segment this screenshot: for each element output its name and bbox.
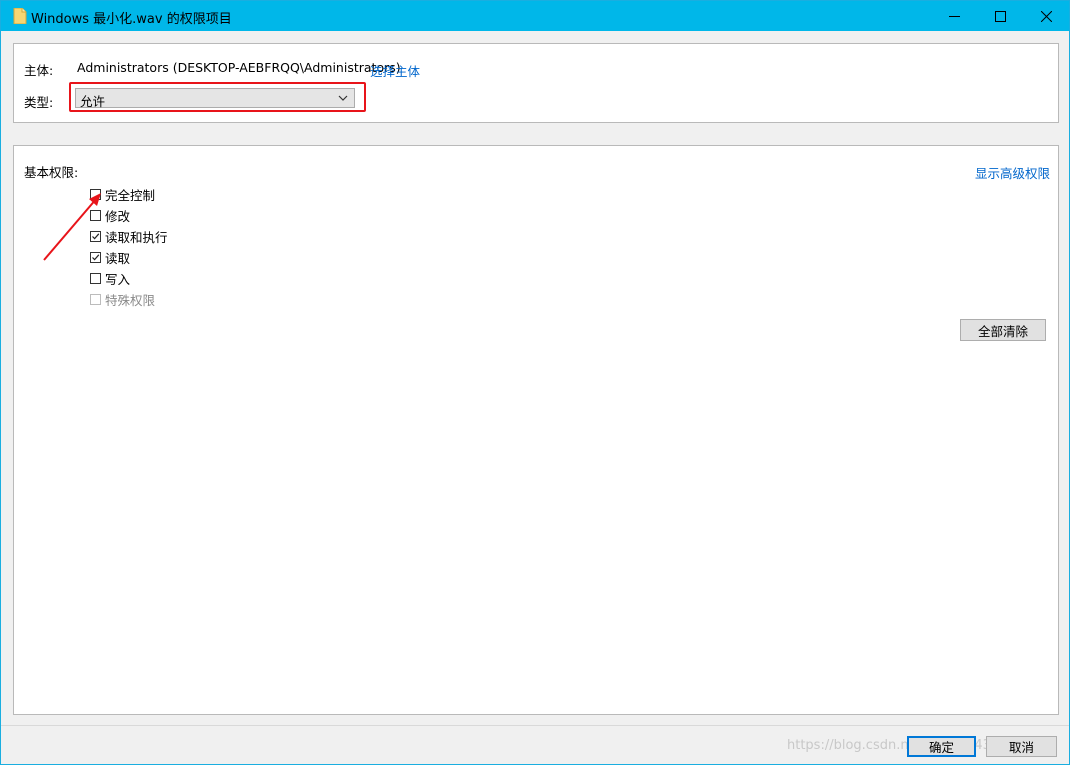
permission-label: 读取和执行 xyxy=(105,229,168,245)
principal-value: Administrators (DESKTOP-AEBFRQQ\Administ… xyxy=(77,60,401,75)
show-advanced-permissions-link[interactable]: 显示高级权限 xyxy=(975,163,1050,182)
cancel-button[interactable]: 取消 xyxy=(986,736,1057,757)
permission-entry-window: Windows 最小化.wav 的权限项目 主体: Administrators… xyxy=(0,0,1070,765)
minimize-icon xyxy=(948,15,960,17)
select-principal-link[interactable]: 选择主体 xyxy=(370,61,420,80)
permission-label: 完全控制 xyxy=(105,187,156,203)
close-button[interactable] xyxy=(1023,1,1069,31)
principal-label: 主体: xyxy=(24,63,54,78)
principal-panel xyxy=(13,43,1059,123)
type-label: 类型: xyxy=(24,95,54,110)
checkbox-unchecked xyxy=(90,293,101,305)
window-title: Windows 最小化.wav 的权限项目 xyxy=(31,12,232,27)
title-bar[interactable]: Windows 最小化.wav 的权限项目 xyxy=(1,1,1069,31)
footer-separator xyxy=(1,725,1069,726)
maximize-icon xyxy=(994,10,1006,22)
ok-button[interactable]: 确定 xyxy=(907,736,976,757)
file-icon xyxy=(13,8,27,24)
ok-label: 确定 xyxy=(928,740,954,755)
type-dropdown[interactable]: 允许 xyxy=(75,88,355,109)
close-icon xyxy=(1040,10,1052,22)
chevron-down-icon xyxy=(338,95,348,101)
permissions-panel xyxy=(13,145,1059,715)
permission-item[interactable]: 写入 xyxy=(90,269,130,287)
permission-label: 写入 xyxy=(105,271,131,287)
annotation-arrow-icon xyxy=(43,193,101,261)
cancel-label: 取消 xyxy=(1008,740,1034,755)
clear-all-button[interactable]: 全部清除 xyxy=(960,319,1046,341)
permission-label: 特殊权限 xyxy=(105,292,156,308)
basic-permissions-heading: 基本权限: xyxy=(24,165,79,180)
minimize-button[interactable] xyxy=(931,1,977,31)
checkbox-unchecked[interactable] xyxy=(90,272,101,284)
maximize-button[interactable] xyxy=(977,1,1023,31)
clear-all-label: 全部清除 xyxy=(977,323,1028,339)
type-selected-value: 允许 xyxy=(80,94,106,109)
permission-item: 特殊权限 xyxy=(90,290,155,308)
